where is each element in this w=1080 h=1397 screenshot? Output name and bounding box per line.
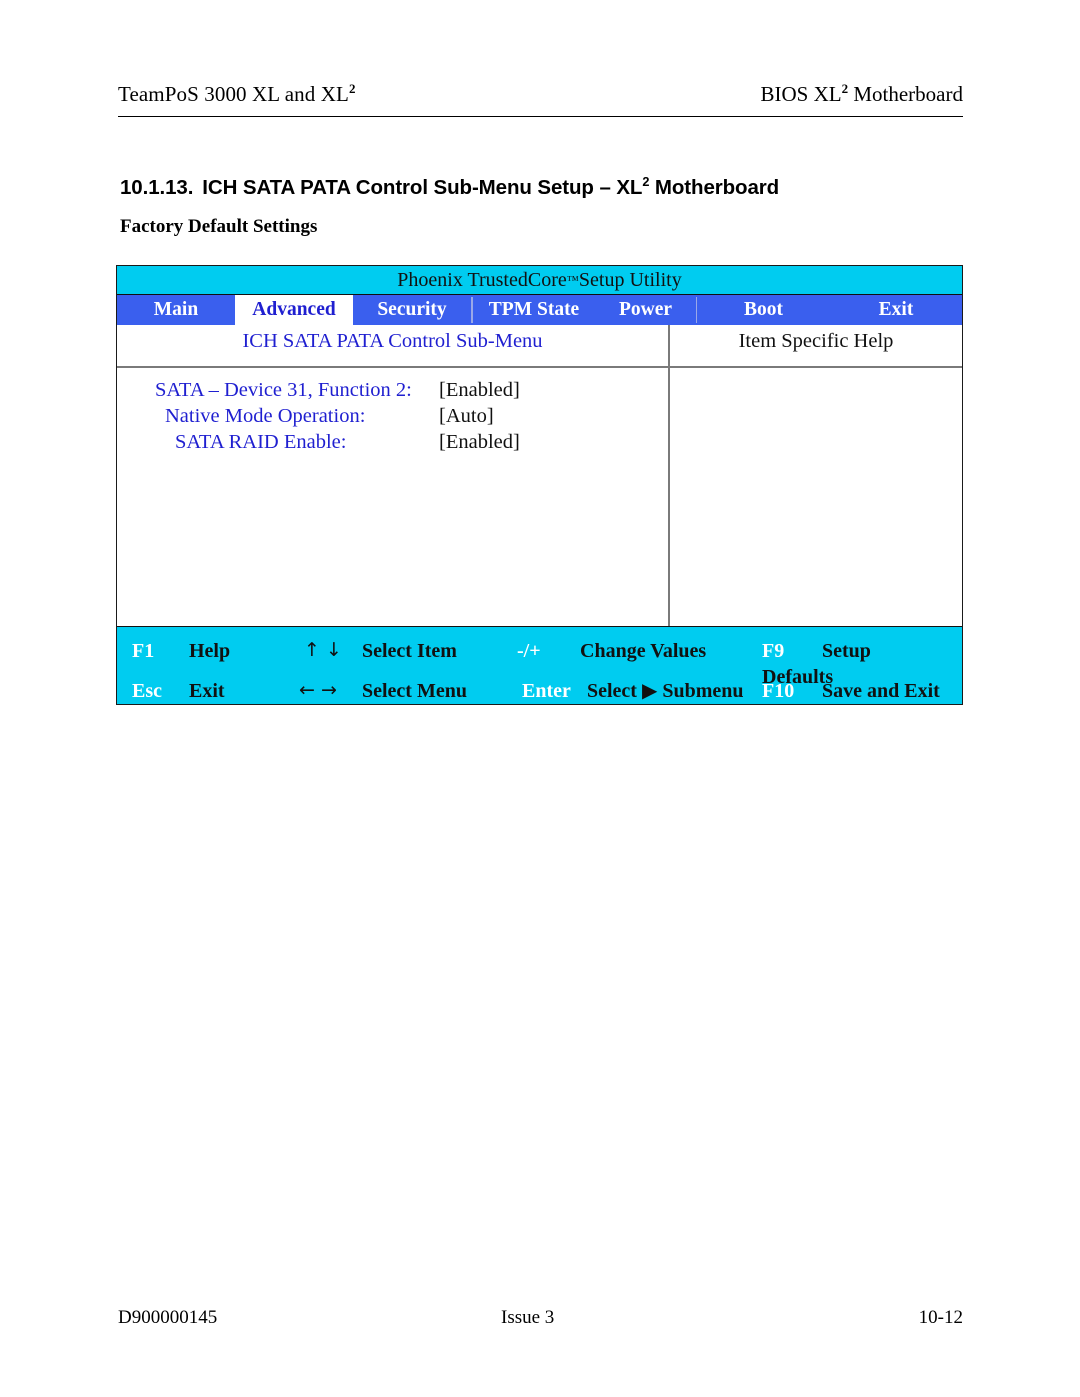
- running-head-right-text: BIOS XL: [760, 82, 842, 106]
- key-plus-minus[interactable]: -/+: [517, 641, 541, 661]
- tab-boot[interactable]: Boot: [697, 295, 830, 325]
- setting-value-sata-raid[interactable]: [Enabled]: [439, 431, 520, 454]
- key-select-item-desc: Select Item: [362, 640, 457, 662]
- bios-function-key-bar: F1 Help ↑ ↓ Select Item -/+ Change Value…: [117, 626, 962, 704]
- key-f9-desc: Setup: [822, 640, 871, 662]
- tab-exit[interactable]: Exit: [830, 295, 962, 325]
- setting-label-sata-raid: SATA RAID Enable:: [175, 431, 347, 453]
- page-running-head: TeamPoS 3000 XL and XL2 BIOS XL2 Motherb…: [118, 82, 963, 117]
- item-specific-help-title: Item Specific Help: [738, 330, 894, 352]
- running-head-right: BIOS XL2 Motherboard: [761, 82, 964, 107]
- bios-body: ICH SATA PATA Control Sub-Menu Item Spec…: [117, 325, 962, 652]
- running-head-left-text: TeamPoS 3000 XL and XL: [118, 82, 349, 106]
- key-esc[interactable]: Esc: [132, 681, 162, 701]
- tab-security-label: Security: [377, 299, 447, 320]
- bios-setup-screen: Phoenix TrustedCore ™ Setup Utility Main …: [116, 265, 963, 705]
- section-heading-tail: Motherboard: [649, 176, 780, 199]
- key-enter-desc: Select ▶ Submenu: [587, 681, 744, 701]
- tab-advanced[interactable]: Advanced: [235, 295, 353, 325]
- tab-security[interactable]: Security: [353, 295, 471, 325]
- tab-main[interactable]: Main: [117, 295, 235, 325]
- key-f1[interactable]: F1: [132, 641, 154, 661]
- submenu-arrow-icon: ▶: [641, 680, 658, 702]
- settings-list: SATA – Device 31, Function 2: [Enabled] …: [117, 379, 668, 457]
- key-enter-desc-after: Submenu: [657, 680, 744, 702]
- key-select-menu-desc: Select Menu: [362, 680, 467, 702]
- key-enter-desc-before: Select: [587, 680, 642, 702]
- key-f1-desc: Help: [189, 640, 231, 662]
- setting-row-sata-raid[interactable]: SATA RAID Enable: [Enabled]: [117, 431, 668, 457]
- setting-value-native-mode[interactable]: [Auto]: [439, 405, 494, 428]
- key-f9[interactable]: F9: [762, 641, 784, 661]
- key-f10[interactable]: F10: [762, 681, 794, 701]
- key-change-values-desc: Change Values: [580, 640, 707, 662]
- footer-document-number: D900000145: [118, 1307, 218, 1328]
- section-heading: 10.1.13. ICH SATA PATA Control Sub-Menu S…: [120, 175, 780, 200]
- bios-title-text-before: Phoenix TrustedCore: [397, 268, 567, 291]
- key-enter[interactable]: Enter: [522, 681, 571, 701]
- page-footer: D900000145 Issue 3 10-12: [118, 1307, 963, 1333]
- bios-menu-bar: Main Advanced Security TPM State Power B…: [117, 295, 962, 325]
- tab-tpm-state-label: TPM State: [488, 299, 580, 320]
- footer-issue: Issue 3: [501, 1307, 555, 1328]
- column-divider: [668, 325, 670, 652]
- tab-boot-label: Boot: [744, 299, 783, 320]
- setting-row-native-mode[interactable]: Native Mode Operation: [Auto]: [117, 405, 668, 431]
- running-head-left-superscript: 2: [348, 81, 356, 96]
- setting-value-sata-device[interactable]: [Enabled]: [439, 379, 520, 402]
- tab-power-label: Power: [618, 299, 673, 320]
- key-esc-desc: Exit: [189, 680, 225, 702]
- setting-row-sata-device[interactable]: SATA – Device 31, Function 2: [Enabled]: [117, 379, 668, 405]
- setting-label-sata-device: SATA – Device 31, Function 2:: [155, 379, 412, 401]
- left-right-arrow-icon: ← →: [299, 679, 337, 701]
- tab-exit-label: Exit: [878, 299, 914, 320]
- tab-main-label: Main: [153, 299, 199, 320]
- section-heading-text: ICH SATA PATA Control Sub-Menu Setup – X…: [202, 176, 643, 199]
- setting-label-native-mode: Native Mode Operation:: [165, 405, 366, 427]
- running-head-right-tail: Motherboard: [848, 82, 963, 106]
- key-f10-desc: Save and Exit: [822, 680, 940, 702]
- tab-power[interactable]: Power: [596, 295, 696, 325]
- subsection-heading: Factory Default Settings: [120, 216, 318, 237]
- header-row-divider: [117, 366, 962, 368]
- footer-page-number: 10-12: [918, 1307, 963, 1328]
- running-head-left: TeamPoS 3000 XL and XL2: [118, 82, 356, 107]
- section-number: 10.1.13.: [120, 176, 194, 199]
- tab-tpm-state[interactable]: TPM State: [473, 295, 596, 325]
- up-down-arrow-icon: ↑ ↓: [304, 639, 342, 661]
- tab-advanced-label: Advanced: [252, 299, 336, 320]
- bios-title-bar: Phoenix TrustedCore ™ Setup Utility: [117, 266, 962, 295]
- bios-title-text-after: Setup Utility: [578, 268, 682, 291]
- submenu-title: ICH SATA PATA Control Sub-Menu: [242, 330, 543, 352]
